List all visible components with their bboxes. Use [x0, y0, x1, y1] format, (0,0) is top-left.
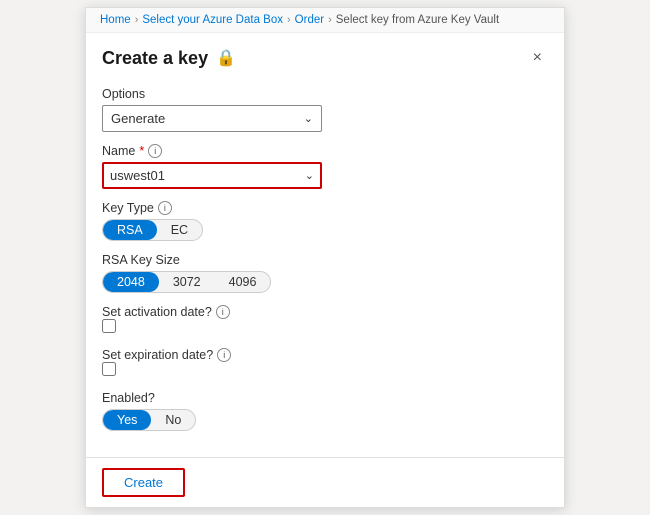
modal-footer: Create — [86, 457, 564, 507]
rsa-size-toggle: 2048 3072 4096 — [102, 271, 271, 293]
key-type-label-row: Key Type i — [102, 201, 548, 215]
name-chevron-icon: ⌄ — [305, 169, 314, 182]
key-type-rsa[interactable]: RSA — [103, 220, 157, 240]
rsa-size-2048[interactable]: 2048 — [103, 272, 159, 292]
enabled-yes[interactable]: Yes — [103, 410, 151, 430]
close-button[interactable]: × — [527, 47, 548, 69]
rsa-size-group: RSA Key Size 2048 3072 4096 — [102, 253, 548, 293]
breadcrumb-home[interactable]: Home — [100, 14, 131, 26]
rsa-size-label: RSA Key Size — [102, 253, 548, 267]
name-label: Name — [102, 144, 135, 158]
breadcrumb: Home › Select your Azure Data Box › Orde… — [86, 8, 564, 33]
modal-body: Options Generate ⌄ Name * i ⌄ Key Type — [86, 77, 564, 457]
modal-container: Home › Select your Azure Data Box › Orde… — [85, 7, 565, 508]
enabled-group: Enabled? Yes No — [102, 391, 548, 431]
enabled-label: Enabled? — [102, 391, 548, 405]
key-type-label: Key Type — [102, 201, 154, 215]
breadcrumb-sep-3: › — [328, 14, 332, 26]
activation-label: Set activation date? — [102, 305, 212, 319]
enabled-toggle: Yes No — [102, 409, 196, 431]
rsa-size-4096[interactable]: 4096 — [215, 272, 271, 292]
expiration-label-row: Set expiration date? i — [102, 348, 548, 362]
expiration-info-icon: i — [217, 348, 231, 362]
enabled-no[interactable]: No — [151, 410, 195, 430]
name-info-icon: i — [148, 144, 162, 158]
breadcrumb-data-box[interactable]: Select your Azure Data Box — [142, 14, 283, 26]
name-input-wrapper[interactable]: ⌄ — [102, 162, 322, 189]
rsa-size-3072[interactable]: 3072 — [159, 272, 215, 292]
options-value: Generate — [111, 111, 165, 126]
expiration-checkbox[interactable] — [102, 362, 116, 376]
activation-checkbox[interactable] — [102, 319, 116, 333]
options-group: Options Generate ⌄ — [102, 87, 548, 132]
name-label-row: Name * i — [102, 144, 548, 158]
activation-group: Set activation date? i — [102, 305, 548, 336]
breadcrumb-sep-2: › — [287, 14, 291, 26]
key-type-toggle: RSA EC — [102, 219, 203, 241]
lock-icon: 🔒 — [216, 48, 236, 68]
options-dropdown[interactable]: Generate ⌄ — [102, 105, 322, 132]
breadcrumb-sep-1: › — [135, 14, 139, 26]
activation-label-row: Set activation date? i — [102, 305, 548, 319]
key-type-info-icon: i — [158, 201, 172, 215]
modal-header: Create a key 🔒 × — [86, 33, 564, 77]
create-button[interactable]: Create — [102, 468, 185, 497]
breadcrumb-order[interactable]: Order — [295, 14, 324, 26]
breadcrumb-key-vault: Select key from Azure Key Vault — [336, 14, 499, 26]
modal-title-area: Create a key 🔒 — [102, 48, 236, 69]
key-type-ec[interactable]: EC — [157, 220, 202, 240]
required-indicator: * — [139, 144, 144, 158]
chevron-down-icon: ⌄ — [304, 112, 313, 125]
expiration-label: Set expiration date? — [102, 348, 213, 362]
options-label: Options — [102, 87, 548, 101]
name-group: Name * i ⌄ — [102, 144, 548, 189]
activation-info-icon: i — [216, 305, 230, 319]
name-input[interactable] — [110, 168, 290, 183]
expiration-group: Set expiration date? i — [102, 348, 548, 379]
key-type-group: Key Type i RSA EC — [102, 201, 548, 241]
modal-title: Create a key — [102, 48, 208, 69]
